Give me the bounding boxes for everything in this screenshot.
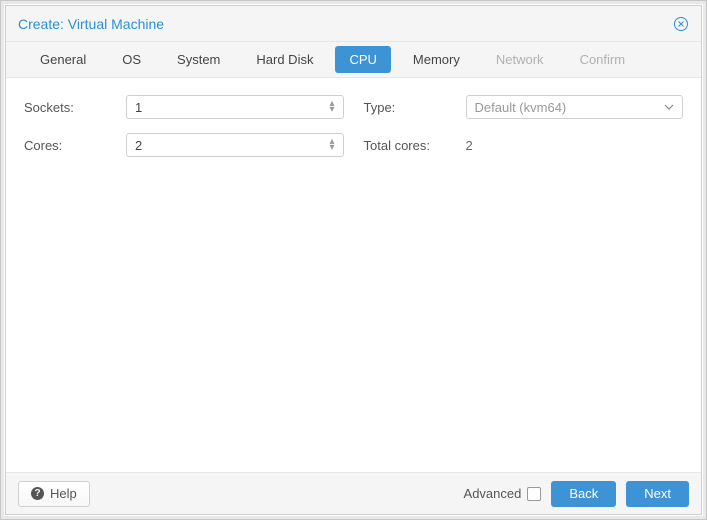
dialog-window: Create: Virtual Machine General OS Syste… [0, 0, 707, 520]
sockets-input[interactable]: 1 ▴▾ [126, 95, 344, 119]
advanced-toggle: Advanced [464, 486, 542, 501]
chevron-down-icon [664, 104, 674, 110]
label-cores: Cores: [24, 138, 126, 153]
label-total-cores: Total cores: [364, 138, 466, 153]
next-button[interactable]: Next [626, 481, 689, 507]
tab-general[interactable]: General [26, 46, 100, 73]
cores-input[interactable]: 2 ▴▾ [126, 133, 344, 157]
cores-value: 2 [135, 138, 142, 153]
row-type: Type: Default (kvm64) [364, 94, 684, 120]
label-type: Type: [364, 100, 466, 115]
right-column: Type: Default (kvm64) Total cores: 2 [364, 94, 684, 170]
total-cores-value: 2 [466, 138, 684, 153]
spinner-arrows-icon: ▴▾ [329, 101, 334, 113]
tab-hard-disk[interactable]: Hard Disk [242, 46, 327, 73]
footer: ? Help Advanced Back Next [6, 472, 701, 514]
help-button[interactable]: ? Help [18, 481, 90, 507]
tab-os[interactable]: OS [108, 46, 155, 73]
advanced-checkbox[interactable] [527, 487, 541, 501]
row-total-cores: Total cores: 2 [364, 132, 684, 158]
dialog-inner: Create: Virtual Machine General OS Syste… [5, 5, 702, 515]
help-label: Help [50, 486, 77, 501]
tabbar: General OS System Hard Disk CPU Memory N… [6, 42, 701, 78]
spinner-arrows-icon: ▴▾ [329, 139, 334, 151]
help-icon: ? [31, 487, 44, 500]
left-column: Sockets: 1 ▴▾ Cores: 2 ▴▾ [24, 94, 344, 170]
type-value: Default (kvm64) [475, 100, 567, 115]
dialog-title: Create: Virtual Machine [18, 16, 164, 32]
close-icon[interactable] [673, 16, 689, 32]
advanced-label: Advanced [464, 486, 522, 501]
type-select[interactable]: Default (kvm64) [466, 95, 684, 119]
form-content: Sockets: 1 ▴▾ Cores: 2 ▴▾ Type: [6, 78, 701, 472]
tab-confirm: Confirm [566, 46, 640, 73]
tab-network: Network [482, 46, 558, 73]
tab-cpu[interactable]: CPU [335, 46, 390, 73]
back-button[interactable]: Back [551, 481, 616, 507]
tab-system[interactable]: System [163, 46, 234, 73]
sockets-value: 1 [135, 100, 142, 115]
titlebar: Create: Virtual Machine [6, 6, 701, 42]
label-sockets: Sockets: [24, 100, 126, 115]
tab-memory[interactable]: Memory [399, 46, 474, 73]
row-cores: Cores: 2 ▴▾ [24, 132, 344, 158]
row-sockets: Sockets: 1 ▴▾ [24, 94, 344, 120]
